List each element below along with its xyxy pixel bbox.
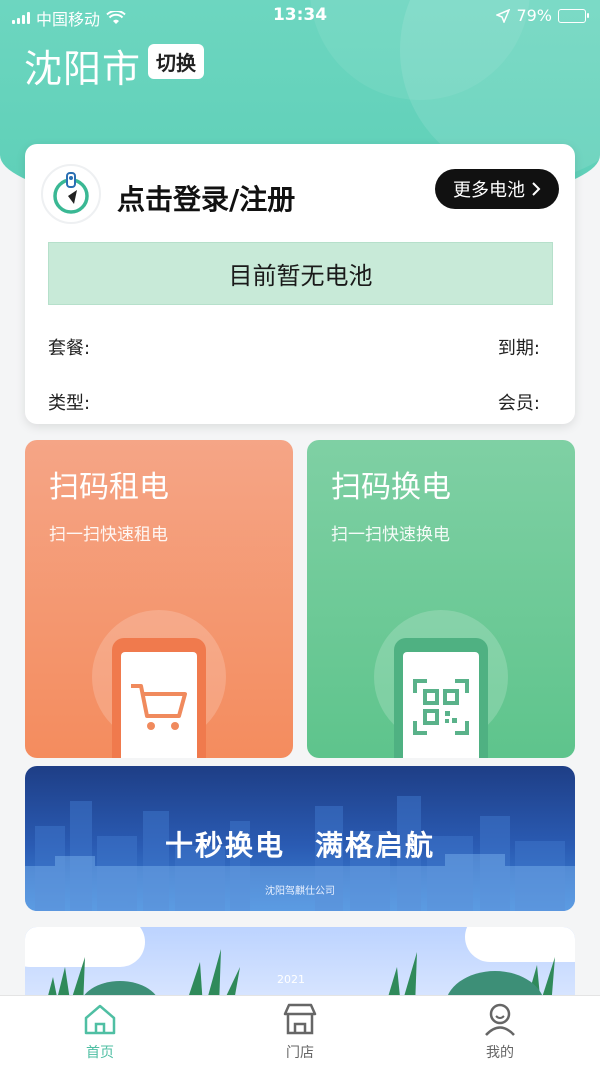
location-arrow-icon [496,8,511,23]
city-name: 沈阳市 [24,47,142,91]
login-register-link[interactable]: 点击登录/注册 [117,178,295,218]
more-battery-button[interactable]: 更多电池 [435,169,559,209]
banner-slogan: 十秒换电 满格启航 [164,829,435,862]
home-icon [84,1004,116,1035]
tab-home[interactable]: 首页 [40,1002,160,1062]
type-label: 类型: [48,393,91,414]
switch-city-button[interactable]: 切换 [148,44,204,79]
qr-code-icon [403,652,479,758]
tab-store[interactable]: 门店 [240,1002,360,1062]
tab-home-label: 首页 [86,1045,114,1061]
status-bar: 中国移动 13:34 79% [0,0,600,30]
tab-mine-label: 我的 [486,1045,514,1061]
tab-mine[interactable]: 我的 [440,1002,560,1062]
expire-label: 到期: [497,338,540,359]
scan-swap-card[interactable]: 扫码换电 扫一扫快速换电 [307,440,575,758]
banner-company: 沈阳驾麒仕公司 [265,886,335,897]
scan-rent-title: 扫码租电 [49,470,169,505]
promo-banner[interactable]: 十秒换电 满格启航 沈阳驾麒仕公司 [25,766,575,911]
battery-status-box: 目前暂无电池 [48,242,553,305]
bottom-tab-bar: 首页 门店 我的 [0,995,600,1067]
more-battery-label: 更多电池 [453,180,525,201]
scan-swap-subtitle: 扫一扫快速换电 [331,525,450,545]
banner2-year: 2021 [277,973,305,986]
member-label: 会员: [497,393,540,414]
package-label: 套餐: [48,338,91,359]
scan-swap-title: 扫码换电 [331,470,451,505]
user-card: 点击登录/注册 更多电池 目前暂无电池 套餐: 到期: 类型: 会员: [25,144,575,424]
tab-store-label: 门店 [286,1045,314,1061]
scan-rent-subtitle: 扫一扫快速租电 [49,525,168,545]
user-profile-icon [485,1003,515,1036]
store-icon [283,1003,317,1035]
shopping-cart-icon [121,652,197,758]
battery-charging-icon [558,8,589,23]
chevron-right-icon [532,182,541,196]
status-right: 79% [496,6,589,25]
scan-rent-card[interactable]: 扫码租电 扫一扫快速租电 [25,440,293,758]
battery-percent: 79% [516,6,552,25]
brand-logo-icon[interactable] [41,164,101,224]
